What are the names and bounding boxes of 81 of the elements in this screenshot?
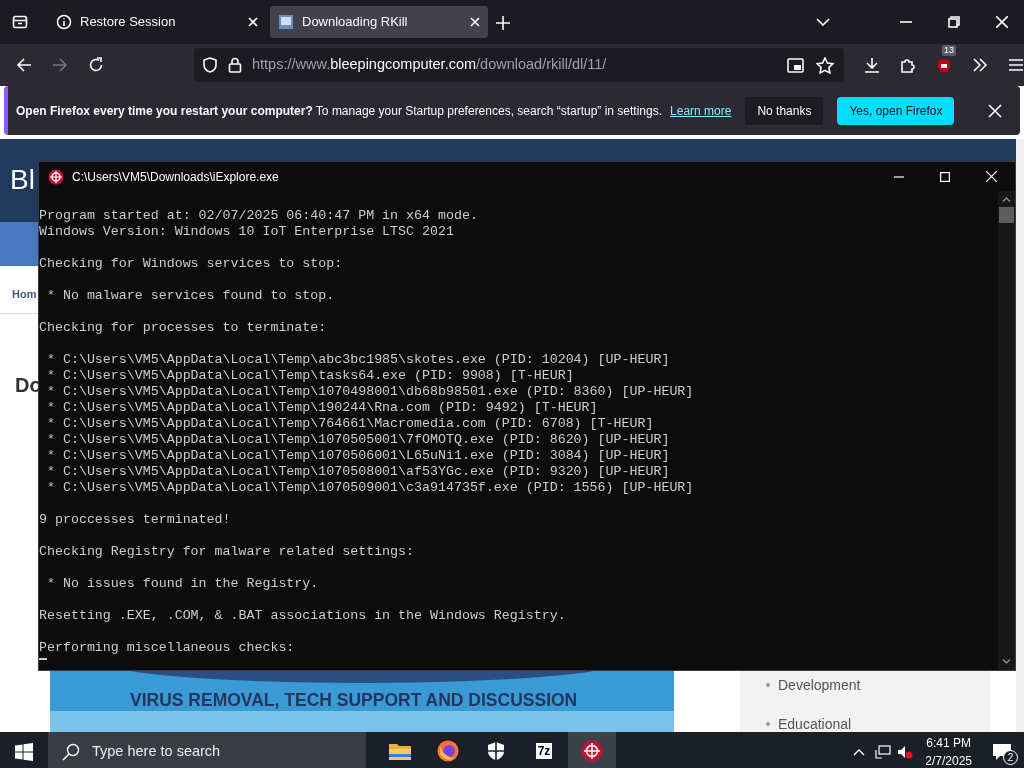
count-badge: 2 bbox=[1003, 750, 1018, 766]
lock-icon bbox=[228, 57, 242, 73]
open-firefox-button[interactable]: Yes, open Firefox bbox=[837, 96, 955, 125]
count-badge: 13 bbox=[942, 45, 956, 56]
shield-icon[interactable] bbox=[936, 57, 952, 74]
firefox-icon[interactable] bbox=[437, 740, 459, 762]
network-icon[interactable] bbox=[875, 745, 892, 759]
archiver-icon[interactable]: 7z bbox=[535, 743, 553, 759]
scroll-thumb[interactable] bbox=[999, 207, 1014, 223]
new-tab-icon[interactable] bbox=[496, 15, 510, 30]
browser-tab[interactable]: Downloading RKill bbox=[270, 6, 488, 38]
bullet-icon bbox=[766, 722, 770, 726]
category-link[interactable]: Educational bbox=[778, 716, 852, 732]
console-line: Resetting .EXE, .COM, & .BAT associations in the Windows Registry. bbox=[39, 608, 567, 624]
console-line: * No issues found in the Registry. bbox=[45, 576, 320, 592]
console-line: * C:\Users\VM5\AppData\Local\Temp\tasks64.exe (PID: 9908) [T-HEUR] bbox=[45, 368, 575, 384]
folder-icon[interactable] bbox=[389, 742, 411, 760]
address-bar[interactable]: https://www.bleepingcomputer.com/download/rkill/dl/11/ bbox=[194, 48, 844, 82]
scroll-down-icon[interactable] bbox=[1002, 659, 1011, 664]
page-icon bbox=[278, 14, 294, 30]
clock-time[interactable]: 6:41 PM bbox=[926, 734, 971, 752]
scrollbar[interactable] bbox=[998, 191, 1015, 670]
download-icon[interactable] bbox=[864, 57, 880, 73]
minimize-icon[interactable] bbox=[894, 175, 904, 178]
category-link[interactable]: Development bbox=[778, 677, 861, 693]
puzzle-icon[interactable] bbox=[900, 57, 916, 73]
text-cursor bbox=[39, 658, 47, 660]
clock-date[interactable]: 2/7/2025 bbox=[925, 752, 972, 768]
search-field[interactable]: Type here to search bbox=[48, 732, 366, 768]
chevron-down-icon[interactable] bbox=[816, 18, 830, 26]
console-line: Checking Registry for malware related settings: bbox=[39, 544, 416, 560]
tab-list-icon[interactable] bbox=[12, 14, 28, 30]
console-line: * C:\Users\VM5\AppData\Local\Temp\1070508001\af53YGc.exe (PID: 9320) [UP-HEUR] bbox=[45, 464, 671, 480]
console-line: * C:\Users\VM5\AppData\Local\Temp\1070509001\c3a914735f.exe (PID: 1556) [UP-HEUR] bbox=[45, 480, 695, 496]
console-line: * C:\Users\VM5\AppData\Local\Temp\abc3bc1985\skotes.exe (PID: 10204) [UP-HEUR] bbox=[45, 352, 671, 368]
windows-start-icon[interactable] bbox=[15, 743, 33, 761]
close-icon[interactable] bbox=[986, 171, 997, 182]
console-line: * C:\Users\VM5\AppData\Local\Temp\1070498001\db68b98501.exe (PID: 8360) [UP-HEUR] bbox=[45, 384, 695, 400]
picture-in-picture-icon[interactable] bbox=[787, 57, 804, 73]
learn-more-link[interactable]: Learn more bbox=[670, 101, 732, 120]
console-line: Checking for processes to terminate: bbox=[39, 320, 328, 336]
url-text: https://www.bleepingcomputer.com/download/rkill/dl/11/ bbox=[252, 55, 608, 75]
menu-icon[interactable] bbox=[1008, 58, 1024, 72]
console-line: Checking for Windows services to stop: bbox=[39, 256, 344, 272]
scroll-up-icon[interactable] bbox=[1002, 197, 1011, 202]
close-icon[interactable] bbox=[248, 17, 258, 27]
star-icon[interactable] bbox=[816, 56, 834, 74]
chevron-up-icon[interactable] bbox=[853, 748, 866, 756]
volume-muted-icon[interactable] bbox=[897, 745, 914, 759]
restore-icon[interactable] bbox=[948, 16, 960, 28]
app-icon[interactable] bbox=[581, 740, 603, 762]
notification-message: Open Firefox every time you restart your computer? To manage your Startup preferences, search “startup” in settings. bbox=[16, 102, 663, 120]
banner-text: VIRUS REMOVAL, TECH SUPPORT AND DISCUSSION bbox=[130, 689, 578, 712]
close-icon[interactable] bbox=[470, 17, 480, 27]
maximize-icon[interactable] bbox=[940, 171, 950, 182]
back-icon[interactable] bbox=[16, 57, 32, 73]
breadcrumb-link[interactable]: Hom bbox=[12, 288, 37, 300]
scrollbar[interactable] bbox=[1016, 139, 1024, 732]
site-logo[interactable]: Bl bbox=[10, 164, 35, 195]
console-line: 9 proccesses terminated! bbox=[39, 512, 232, 528]
bullet-icon bbox=[766, 683, 770, 687]
console-line: * C:\Users\VM5\AppData\Local\Temp\1070505001\7fOMOTQ.exe (PID: 8620) [UP-HEUR] bbox=[45, 432, 671, 448]
console-line: * C:\Users\VM5\AppData\Local\Temp\1070506001\L65uNi1.exe (PID: 3084) [UP-HEUR] bbox=[45, 448, 671, 464]
browser-tab[interactable]: Restore Session bbox=[48, 6, 266, 38]
search-icon bbox=[62, 743, 80, 761]
console-line: * C:\Users\VM5\AppData\Local\Temp\764661\Macromedia.com (PID: 6708) [T-HEUR] bbox=[45, 416, 655, 432]
overflow-menu-icon[interactable] bbox=[972, 58, 988, 72]
info-icon bbox=[56, 14, 72, 30]
shield-icon[interactable] bbox=[487, 741, 505, 761]
console-line: Performing miscellaneous checks: bbox=[39, 640, 296, 656]
close-icon[interactable] bbox=[996, 16, 1008, 28]
reload-icon[interactable] bbox=[88, 57, 104, 73]
console-line: * C:\Users\VM5\AppData\Local\Temp\190244\Rna.com (PID: 9492) [T-HEUR] bbox=[45, 400, 599, 416]
window-title: C:\Users\VM5\Downloads\iExplore.exe bbox=[72, 168, 280, 186]
app-icon bbox=[48, 168, 64, 185]
console-line: Program started at: 02/07/2025 06:40:47 PM in x64 mode. bbox=[39, 208, 479, 224]
console-line: Windows Version: Windows 10 IoT Enterprise LTSC 2021 bbox=[39, 224, 455, 240]
close-icon[interactable] bbox=[988, 103, 1002, 118]
forward-icon bbox=[52, 57, 68, 73]
console-line: * No malware services found to stop. bbox=[45, 288, 336, 304]
dismiss-button[interactable]: No thanks bbox=[745, 96, 824, 125]
